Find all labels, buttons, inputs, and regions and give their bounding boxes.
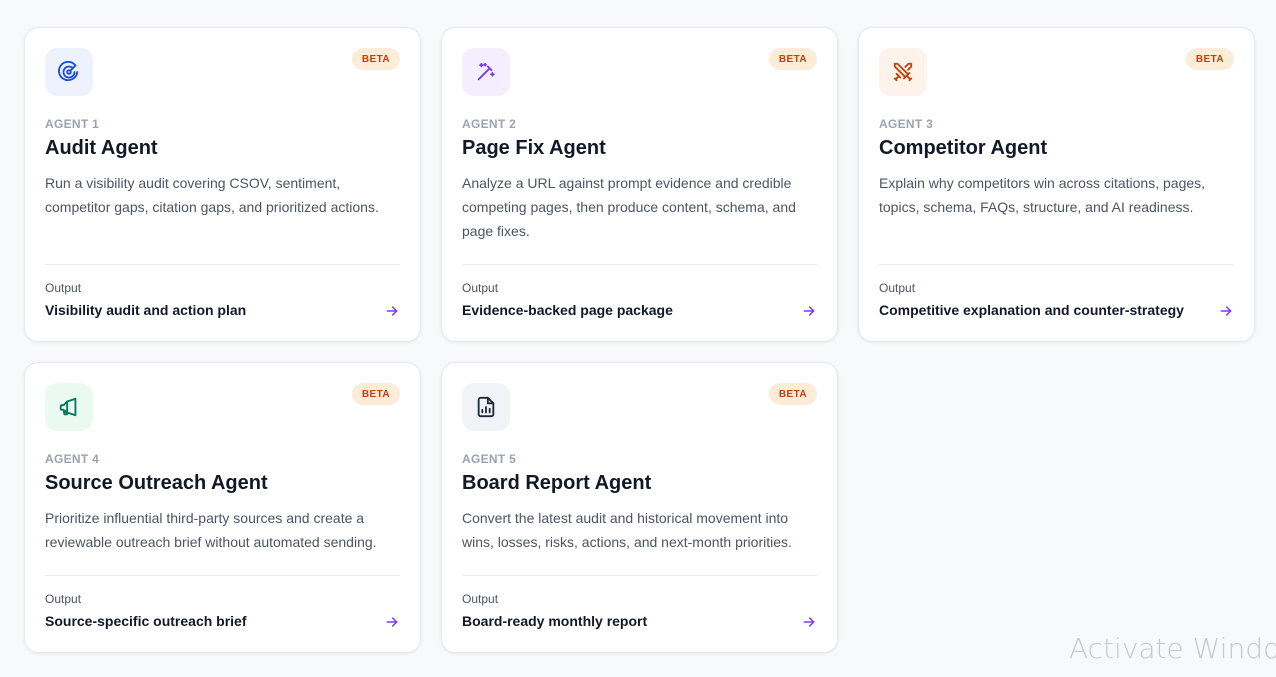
agent-card-board-report[interactable]: BETA AGENT 5 Board Report Agent Convert … xyxy=(441,362,838,653)
divider xyxy=(45,264,400,265)
output-value: Board-ready monthly report xyxy=(462,613,648,629)
arrow-right-icon[interactable] xyxy=(801,303,817,319)
divider xyxy=(45,575,400,576)
crossed-swords-icon xyxy=(893,62,913,82)
agent-number: AGENT 3 xyxy=(879,117,934,131)
agent-number: AGENT 1 xyxy=(45,117,100,131)
output-label: Output xyxy=(462,592,499,606)
megaphone-icon xyxy=(59,397,77,417)
agent-card-source-outreach[interactable]: BETA AGENT 4 Source Outreach Agent Prior… xyxy=(24,362,421,653)
arrow-right-icon[interactable] xyxy=(384,614,400,630)
agent-card-page-fix[interactable]: BETA AGENT 2 Page Fix Agent Analyze a UR… xyxy=(441,27,838,342)
agent-number: AGENT 5 xyxy=(462,452,517,466)
agent-title: Audit Agent xyxy=(45,137,158,159)
output-value: Competitive explanation and counter-stra… xyxy=(879,302,1184,318)
agent-card-competitor[interactable]: BETA AGENT 3 Competitor Agent Explain wh… xyxy=(858,27,1255,342)
output-label: Output xyxy=(462,281,499,295)
output-label: Output xyxy=(879,281,916,295)
divider xyxy=(879,264,1234,265)
agent-number: AGENT 2 xyxy=(462,117,517,131)
agent-icon-box xyxy=(462,48,510,96)
beta-badge: BETA xyxy=(768,383,817,405)
agent-icon-box xyxy=(45,383,93,431)
beta-badge: BETA xyxy=(351,48,400,70)
report-chart-icon xyxy=(477,396,495,418)
divider xyxy=(462,264,817,265)
agent-card-audit[interactable]: BETA AGENT 1 Audit Agent Run a visibilit… xyxy=(24,27,421,342)
agents-grid: BETA AGENT 1 Audit Agent Run a visibilit… xyxy=(24,27,1255,677)
agent-icon-box xyxy=(462,383,510,431)
agent-number: AGENT 4 xyxy=(45,452,100,466)
beta-badge: BETA xyxy=(351,383,400,405)
agent-title: Board Report Agent xyxy=(462,472,652,494)
arrow-right-icon[interactable] xyxy=(801,614,817,630)
agent-description: Prioritize influential third-party sourc… xyxy=(45,510,377,550)
magic-wand-icon xyxy=(477,62,495,81)
agent-icon-box xyxy=(45,48,93,96)
radar-target-icon xyxy=(58,61,79,82)
beta-badge: BETA xyxy=(1185,48,1234,70)
windows-activation-watermark: Activate Windows xyxy=(1069,632,1276,665)
agent-description: Explain why competitors win across citat… xyxy=(879,175,1206,215)
output-label: Output xyxy=(45,592,82,606)
agent-description: Run a visibility audit covering CSOV, se… xyxy=(45,175,379,215)
output-value: Visibility audit and action plan xyxy=(45,302,247,318)
beta-badge: BETA xyxy=(768,48,817,70)
arrow-right-icon[interactable] xyxy=(384,303,400,319)
output-value: Source-specific outreach brief xyxy=(45,613,247,629)
agent-title: Page Fix Agent xyxy=(462,137,606,159)
divider xyxy=(462,575,817,576)
agent-description: Analyze a URL against prompt evidence an… xyxy=(462,175,796,239)
agent-title: Source Outreach Agent xyxy=(45,472,268,494)
agent-title: Competitor Agent xyxy=(879,137,1048,159)
agent-icon-box xyxy=(879,48,927,96)
output-label: Output xyxy=(45,281,82,295)
arrow-right-icon[interactable] xyxy=(1218,303,1234,319)
agent-description: Convert the latest audit and historical … xyxy=(462,510,792,550)
output-value: Evidence-backed page package xyxy=(462,302,673,318)
